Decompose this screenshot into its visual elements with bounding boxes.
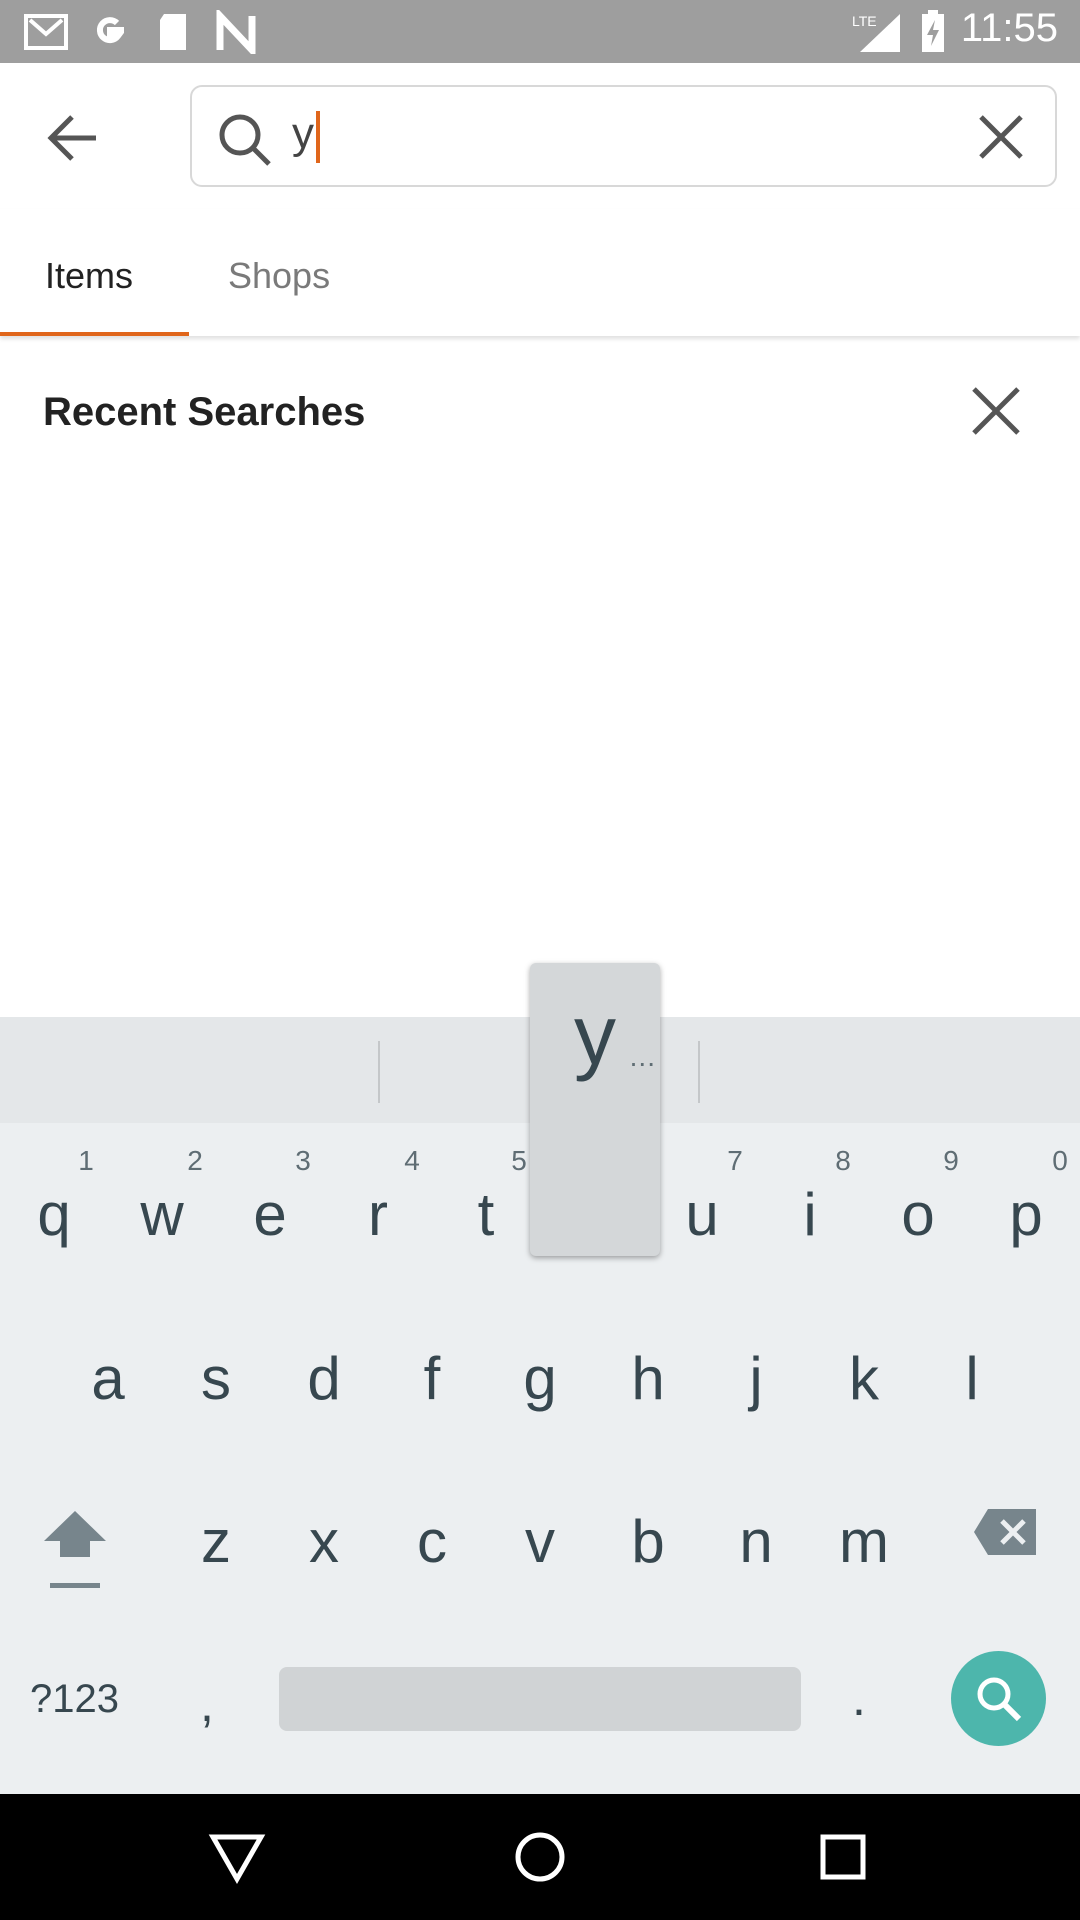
period-key[interactable]: .	[852, 1669, 866, 1727]
key-v[interactable]: v	[486, 1507, 594, 1576]
battery-charging-icon	[922, 10, 944, 52]
back-arrow-icon[interactable]	[38, 103, 108, 173]
n-icon	[216, 10, 256, 54]
search-icon	[977, 1677, 1022, 1722]
key-r[interactable]: r	[324, 1180, 432, 1249]
key-hint: 9	[943, 1145, 959, 1176]
space-bar[interactable]	[279, 1667, 801, 1731]
key-w[interactable]: w	[108, 1180, 216, 1249]
shift-icon[interactable]	[40, 1507, 110, 1597]
key-x[interactable]: x	[270, 1507, 378, 1576]
key-hint: 3	[295, 1145, 311, 1176]
clear-search-icon[interactable]	[973, 109, 1029, 165]
keyboard-search-button[interactable]	[951, 1651, 1046, 1746]
sd-card-icon	[160, 14, 186, 50]
key-c[interactable]: c	[378, 1507, 486, 1576]
nav-back-icon[interactable]	[207, 1827, 267, 1887]
key-a[interactable]: a	[54, 1344, 162, 1413]
key-q[interactable]: q	[0, 1180, 108, 1249]
key-g[interactable]: g	[486, 1344, 594, 1413]
lte-signal-icon: LTE	[852, 13, 900, 52]
nav-recents-icon[interactable]	[813, 1827, 873, 1887]
key-hint: 4	[404, 1145, 420, 1176]
key-u[interactable]: u	[648, 1180, 756, 1249]
key-hint: 1	[78, 1145, 94, 1176]
tab-shops[interactable]: Shops	[228, 255, 330, 297]
recent-searches-title: Recent Searches	[43, 390, 366, 434]
text-cursor	[316, 111, 320, 163]
status-bar: LTE 11:55	[0, 0, 1080, 63]
key-i[interactable]: i	[756, 1180, 864, 1249]
key-preview-popup: y ...	[530, 963, 660, 1256]
key-l[interactable]: l	[918, 1344, 1026, 1413]
key-h[interactable]: h	[594, 1344, 702, 1413]
key-f[interactable]: f	[378, 1344, 486, 1413]
key-d[interactable]: d	[270, 1344, 378, 1413]
nav-home-icon[interactable]	[510, 1827, 570, 1887]
key-m[interactable]: m	[810, 1507, 918, 1576]
gmail-icon	[24, 14, 68, 50]
key-j[interactable]: j	[702, 1344, 810, 1413]
key-k[interactable]: k	[810, 1344, 918, 1413]
key-z[interactable]: z	[162, 1507, 270, 1576]
symbols-key[interactable]: ?123	[30, 1677, 119, 1722]
tab-bar: Items Shops	[0, 209, 1080, 336]
navigation-bar	[0, 1794, 1080, 1920]
key-hint: 0	[1052, 1145, 1068, 1176]
google-icon	[96, 17, 124, 44]
comma-key[interactable]: ,	[200, 1675, 214, 1733]
key-o[interactable]: o	[864, 1180, 972, 1249]
search-input[interactable]: y	[190, 85, 1057, 187]
app-bar: y	[0, 63, 1080, 209]
tab-items[interactable]: Items	[45, 255, 133, 297]
key-preview-more: ...	[629, 1041, 656, 1072]
status-time: 11:55	[960, 6, 1058, 50]
key-e[interactable]: e	[216, 1180, 324, 1249]
suggestion-divider	[378, 1041, 380, 1103]
key-hint: 7	[727, 1145, 743, 1176]
svg-text:LTE: LTE	[852, 13, 877, 29]
key-b[interactable]: b	[594, 1507, 702, 1576]
key-s[interactable]: s	[162, 1344, 270, 1413]
key-p[interactable]: p	[972, 1180, 1080, 1249]
backspace-icon[interactable]	[972, 1507, 1038, 1557]
suggestion-divider	[698, 1041, 700, 1103]
clear-recent-icon[interactable]	[968, 383, 1024, 439]
active-tab-indicator	[0, 332, 189, 336]
key-hint: 8	[835, 1145, 851, 1176]
key-t[interactable]: t	[432, 1180, 540, 1249]
search-icon	[219, 114, 271, 166]
key-hint: 2	[187, 1145, 203, 1176]
key-n[interactable]: n	[702, 1507, 810, 1576]
search-query: y	[292, 109, 314, 158]
